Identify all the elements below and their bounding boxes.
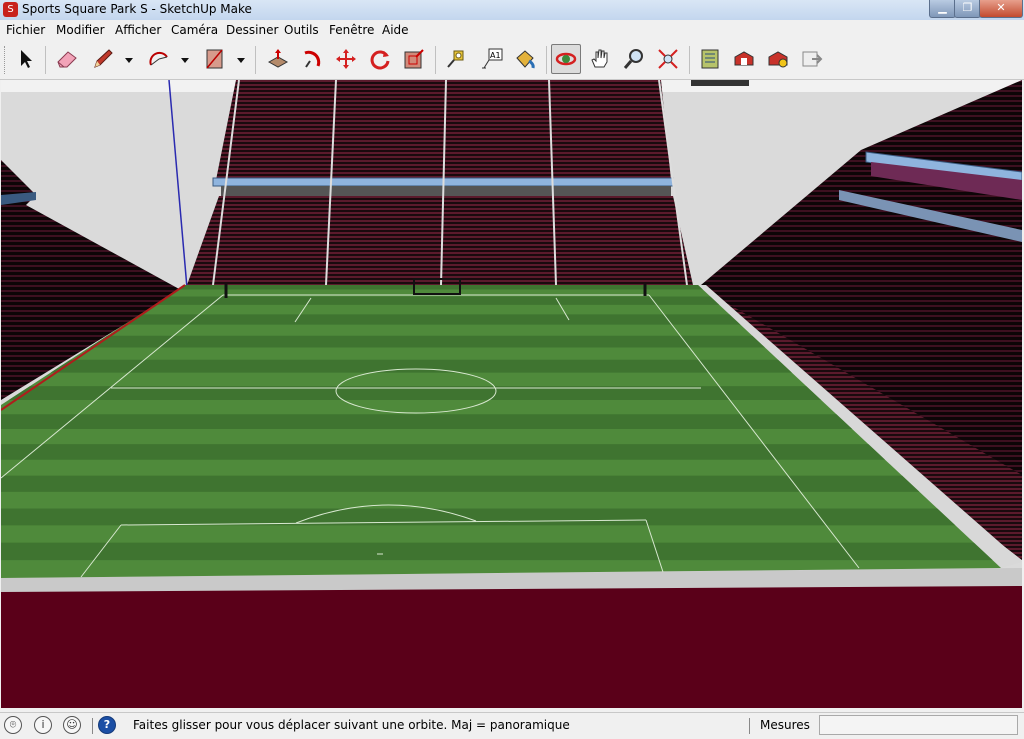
paint-bucket-tool[interactable] xyxy=(510,44,540,74)
share-model-icon xyxy=(734,51,754,66)
toolbar-grip[interactable] xyxy=(4,46,8,74)
send-to-layout-tool[interactable] xyxy=(797,44,827,74)
grass-stripe xyxy=(124,314,741,325)
sketchup-logo-icon: S xyxy=(3,2,18,17)
grass-stripe xyxy=(50,359,792,373)
menu-dessiner[interactable]: Dessiner xyxy=(226,23,278,37)
offset-tool[interactable] xyxy=(399,44,429,74)
grass-stripe xyxy=(154,296,720,305)
info-icon[interactable]: i xyxy=(34,716,52,734)
push-pull-tool[interactable] xyxy=(263,44,293,74)
follow-me-icon xyxy=(304,50,321,68)
toolbar-separator xyxy=(255,46,256,74)
rectangle-icon xyxy=(206,49,223,69)
rotate-icon xyxy=(370,50,390,70)
status-message: Faites glisser pour vous déplacer suivan… xyxy=(133,718,570,732)
user-icon[interactable]: ☺ xyxy=(63,716,81,734)
text-label-text: A1 xyxy=(490,51,501,60)
grass-stripe xyxy=(89,335,765,348)
menu-modifier[interactable]: Modifier xyxy=(56,23,105,37)
text-label-tool[interactable]: A1 xyxy=(476,44,506,74)
window-title: Sports Square Park S - SketchUp Make xyxy=(22,2,252,16)
zoom-icon xyxy=(623,49,643,69)
toolbar: A1 xyxy=(0,40,1024,80)
3d-viewport[interactable] xyxy=(1,80,1022,708)
stadium-scene xyxy=(1,80,1022,708)
pencil-icon xyxy=(94,49,113,68)
arc-icon xyxy=(149,51,168,66)
toolbar-separator xyxy=(45,46,46,74)
toolbar-separator xyxy=(546,46,547,74)
pencil-dropdown-icon[interactable] xyxy=(125,56,133,64)
status-separator xyxy=(92,718,93,734)
share-model-tool[interactable] xyxy=(729,44,759,74)
move-tool[interactable] xyxy=(331,44,361,74)
pan-tool[interactable] xyxy=(585,44,615,74)
title-bar: S Sports Square Park S - SketchUp Make ▁… xyxy=(0,0,1024,21)
extension-warehouse-tool[interactable] xyxy=(763,44,793,74)
arc-tool[interactable] xyxy=(144,44,174,74)
rotate-tool[interactable] xyxy=(365,44,395,74)
maximize-button[interactable]: ❐ xyxy=(954,0,981,18)
menu-fichier[interactable]: Fichier xyxy=(6,23,45,37)
zoom-extents-tool[interactable] xyxy=(653,44,683,74)
menu-bar: Fichier Modifier Afficher Caméra Dessine… xyxy=(0,20,1024,40)
pencil-tool[interactable] xyxy=(88,44,118,74)
select-tool[interactable] xyxy=(11,44,41,74)
push-pull-icon xyxy=(267,49,289,68)
tape-measure-icon xyxy=(447,50,464,68)
move-icon xyxy=(336,49,356,69)
measurements-input[interactable] xyxy=(819,715,1018,735)
grass-stripe xyxy=(1,444,886,460)
status-separator xyxy=(749,718,750,734)
toolbar-separator xyxy=(689,46,690,74)
orbit-icon xyxy=(555,52,577,66)
help-icon[interactable]: ? xyxy=(98,716,116,734)
close-button[interactable]: ✕ xyxy=(979,0,1023,18)
zoom-extents-icon xyxy=(658,49,678,69)
zoom-tool[interactable] xyxy=(619,44,649,74)
minimize-button[interactable]: ▁ xyxy=(929,0,956,18)
menu-camera[interactable]: Caméra xyxy=(171,23,218,37)
tape-measure-tool[interactable] xyxy=(442,44,472,74)
3d-warehouse-tool[interactable] xyxy=(695,44,725,74)
follow-me-tool[interactable] xyxy=(297,44,327,74)
arrow-cursor-icon xyxy=(21,50,32,68)
menu-aide[interactable]: Aide xyxy=(382,23,409,37)
eraser-tool[interactable] xyxy=(52,44,82,74)
status-bar: ⌾ i ☺ ? Faites glisser pour vous déplace… xyxy=(0,712,1024,739)
menu-afficher[interactable]: Afficher xyxy=(115,23,161,37)
send-to-layout-icon xyxy=(802,51,823,67)
arc-dropdown-icon[interactable] xyxy=(181,56,189,64)
menu-fenetre[interactable]: Fenêtre xyxy=(329,23,374,37)
text-label-icon: A1 xyxy=(482,48,503,69)
3d-warehouse-icon xyxy=(701,49,719,69)
offset-icon xyxy=(404,49,424,69)
eraser-icon xyxy=(57,51,77,68)
grass-stripe xyxy=(1,414,853,430)
menu-outils[interactable]: Outils xyxy=(284,23,319,37)
orbit-tool[interactable] xyxy=(551,44,581,74)
grass-stripe xyxy=(1,542,993,561)
measurements-label: Mesures xyxy=(760,718,810,732)
paint-bucket-icon xyxy=(516,50,535,69)
grass-stripe xyxy=(1,508,956,526)
rectangle-tool[interactable] xyxy=(200,44,230,74)
geo-location-icon[interactable]: ⌾ xyxy=(4,716,22,734)
toolbar-separator xyxy=(435,46,436,74)
rectangle-dropdown-icon[interactable] xyxy=(237,56,245,64)
pan-hand-icon xyxy=(591,49,608,68)
ground-slab xyxy=(1,585,1022,708)
extension-warehouse-icon xyxy=(768,51,788,68)
grass-stripe xyxy=(178,285,703,290)
grass-stripe xyxy=(1,475,920,492)
